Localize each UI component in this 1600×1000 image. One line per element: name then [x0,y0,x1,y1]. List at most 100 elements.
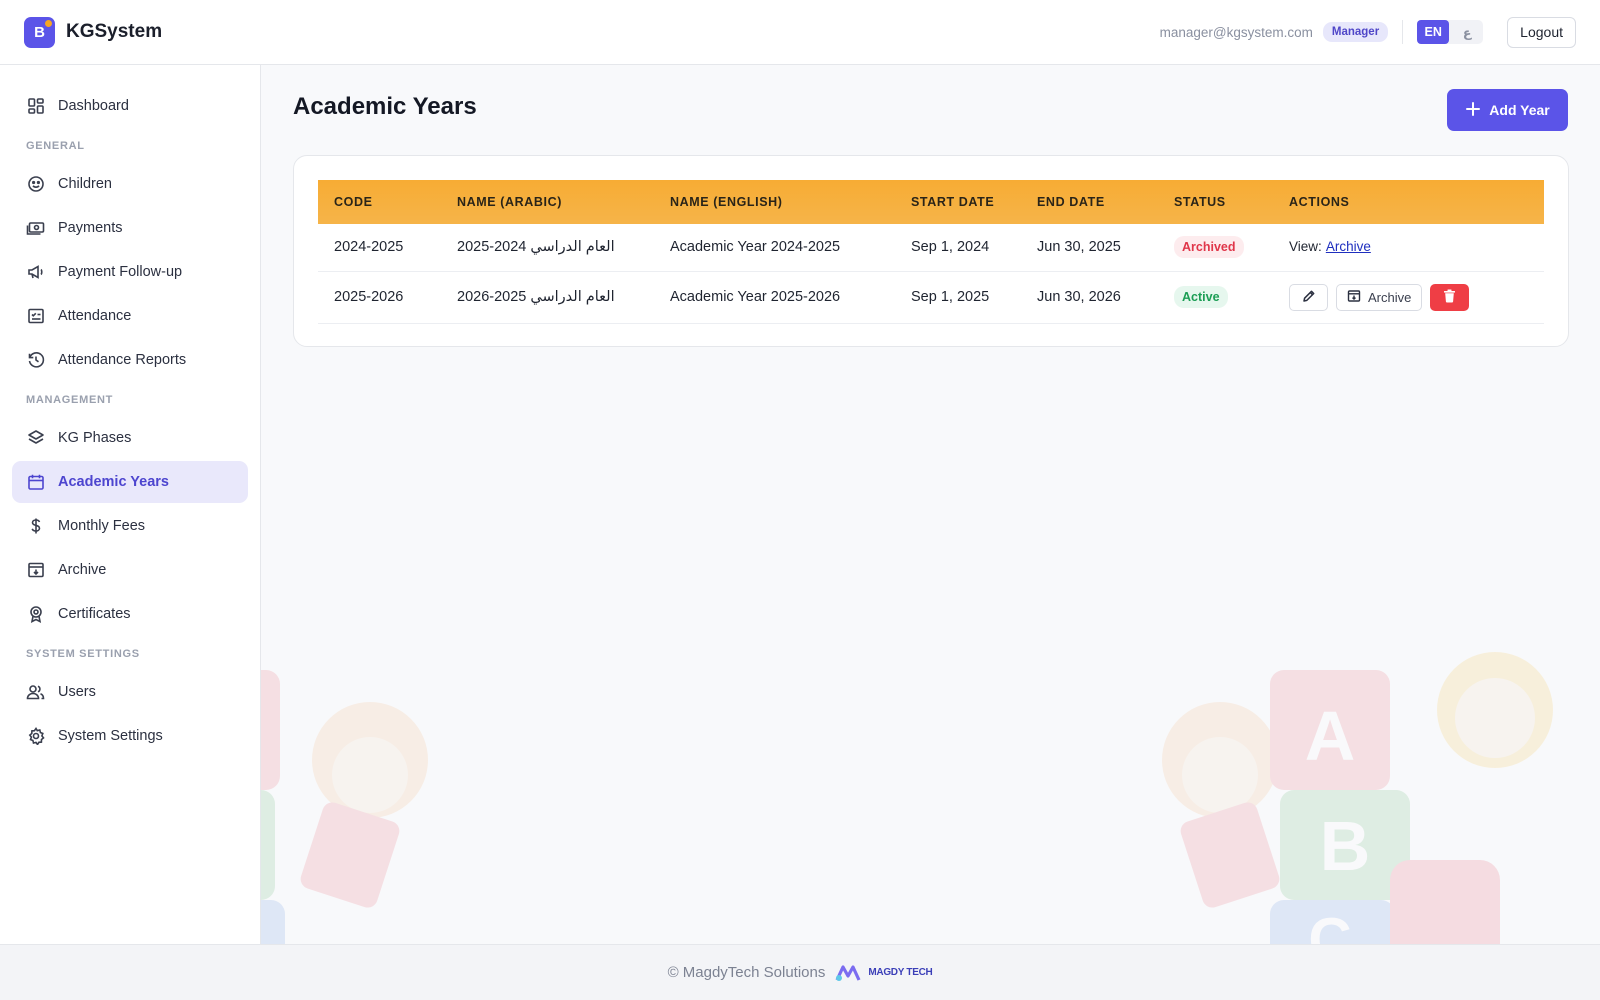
cell-name-arabic: العام الدراسي 2025-2026 [441,271,654,324]
sidebar-section-system: SYSTEM SETTINGS [26,648,140,660]
header-right: manager@kgsystem.com Manager EN ع Logout [1159,16,1576,48]
page-title: Academic Years [293,93,477,120]
top-header: B KGSystem manager@kgsystem.com Manager … [0,0,1600,65]
sidebar-item-payment-followup[interactable]: Payment Follow-up [12,251,248,293]
users-icon [26,683,45,702]
view-label: View: [1289,239,1322,255]
sidebar-item-users[interactable]: Users [12,671,248,713]
sidebar-item-label: Children [58,176,112,192]
magdytech-logo-mark-icon [835,964,861,981]
sidebar-item-dashboard[interactable]: Dashboard [12,85,248,127]
cell-end-date: Jun 30, 2026 [1021,271,1158,324]
cell-code: 2024-2025 [318,224,441,272]
archive-icon [26,561,45,580]
footer: © MagdyTech Solutions MAGDY TECH [0,944,1600,1000]
sidebar-item-label: Payment Follow-up [58,264,183,280]
view-archive-link[interactable]: Archive [1326,239,1371,254]
table-header-row: CODE NAME (ARABIC) NAME (ENGLISH) START … [318,180,1544,224]
header-divider [1402,20,1404,44]
archive-box-icon [1347,289,1361,306]
table-row: 2024-2025 العام الدراسي 2024-2025 Academ… [318,224,1544,272]
lang-ar-button[interactable]: ع [1451,20,1483,44]
sidebar-item-attendance-reports[interactable]: Attendance Reports [12,339,248,381]
brand-dot [45,19,52,27]
status-badge: Active [1174,286,1228,308]
sidebar-item-label: Archive [58,562,107,578]
brand-initial: B [34,23,45,41]
award-icon [26,605,45,624]
sidebar-item-label: Dashboard [58,98,129,114]
language-switcher: EN ع [1417,20,1484,44]
name-arabic-text: العام الدراسي 2025-2026 [457,289,615,305]
calendar-icon [26,473,45,492]
row-actions: Archive [1289,283,1528,311]
cell-start-date: Sep 1, 2024 [895,224,1021,272]
smile-icon [26,175,45,194]
column-header-status[interactable]: STATUS [1158,180,1273,224]
academic-years-table: CODE NAME (ARABIC) NAME (ENGLISH) START … [318,180,1544,324]
megaphone-icon [26,263,45,282]
dollar-icon [26,517,45,536]
lang-en-button[interactable]: EN [1417,20,1450,44]
archive-button-label: Archive [1368,289,1412,305]
cash-icon [26,219,45,238]
column-header-name-english[interactable]: NAME (ENGLISH) [654,180,895,224]
sidebar-item-label: KG Phases [58,430,132,446]
sidebar-item-label: Users [58,684,96,700]
sidebar-item-system-settings[interactable]: System Settings [12,715,248,757]
sidebar-item-monthly-fees[interactable]: Monthly Fees [12,505,248,547]
sidebar-item-payments[interactable]: Payments [12,207,248,249]
trash-icon [1443,289,1456,306]
cell-actions: Archive [1273,271,1544,324]
sidebar-item-attendance[interactable]: Attendance [12,295,248,337]
column-header-name-arabic[interactable]: NAME (ARABIC) [441,180,654,224]
add-year-button[interactable]: Add Year [1447,89,1568,131]
column-header-end-date[interactable]: END DATE [1021,180,1158,224]
sidebar-item-label: System Settings [58,728,163,744]
footer-copyright: © MagdyTech Solutions [667,964,826,981]
cell-name-english: Academic Year 2024-2025 [654,224,895,272]
sidebar-item-academic-years[interactable]: Academic Years [12,461,248,503]
sidebar-item-label: Academic Years [58,474,169,490]
sidebar-section-management: MANAGEMENT [26,394,114,406]
checklist-icon [26,307,45,326]
academic-years-card: CODE NAME (ARABIC) NAME (ENGLISH) START … [293,155,1569,347]
gear-icon [26,727,45,746]
cell-actions: View: Archive [1273,224,1544,272]
column-header-start-date[interactable]: START DATE [895,180,1021,224]
magdytech-logo[interactable]: MAGDY TECH [835,964,933,982]
cell-start-date: Sep 1, 2025 [895,271,1021,324]
archive-year-button[interactable]: Archive [1336,283,1423,311]
cell-status: Archived [1158,224,1273,272]
brand[interactable]: B KGSystem [24,16,163,48]
sidebar-item-kg-phases[interactable]: KG Phases [12,417,248,459]
logout-button[interactable]: Logout [1507,16,1576,48]
cell-name-english: Academic Year 2025-2026 [654,271,895,324]
cell-name-arabic: العام الدراسي 2024-2025 [441,224,654,272]
user-email: manager@kgsystem.com [1159,24,1313,40]
dashboard-icon [26,97,45,116]
sidebar-section-general: GENERAL [26,140,85,152]
column-header-actions: ACTIONS [1289,195,1350,209]
name-arabic-text: العام الدراسي 2024-2025 [457,239,615,256]
sidebar-item-children[interactable]: Children [12,163,248,205]
main-content: Academic Years Add Year CODE NAME (ARABI… [262,65,1600,944]
sidebar-item-label: Monthly Fees [58,518,146,534]
sidebar-item-certificates[interactable]: Certificates [12,593,248,635]
layers-icon [26,429,45,448]
pencil-icon [1302,289,1316,306]
edit-button[interactable] [1289,283,1328,311]
brand-name: KGSystem [66,21,163,42]
column-header-code[interactable]: CODE [318,180,441,224]
sidebar-item-archive[interactable]: Archive [12,549,248,591]
cell-status: Active [1158,271,1273,324]
plus-icon [1465,101,1481,120]
sidebar-item-label: Payments [58,220,123,236]
table-row: 2025-2026 العام الدراسي 2025-2026 Academ… [318,271,1544,324]
sidebar-item-label: Certificates [58,606,131,622]
magdytech-logo-text: MAGDY TECH [868,967,933,978]
cell-code: 2025-2026 [318,271,441,324]
role-badge: Manager [1322,22,1389,42]
delete-button[interactable] [1430,283,1470,311]
history-icon [26,351,45,370]
